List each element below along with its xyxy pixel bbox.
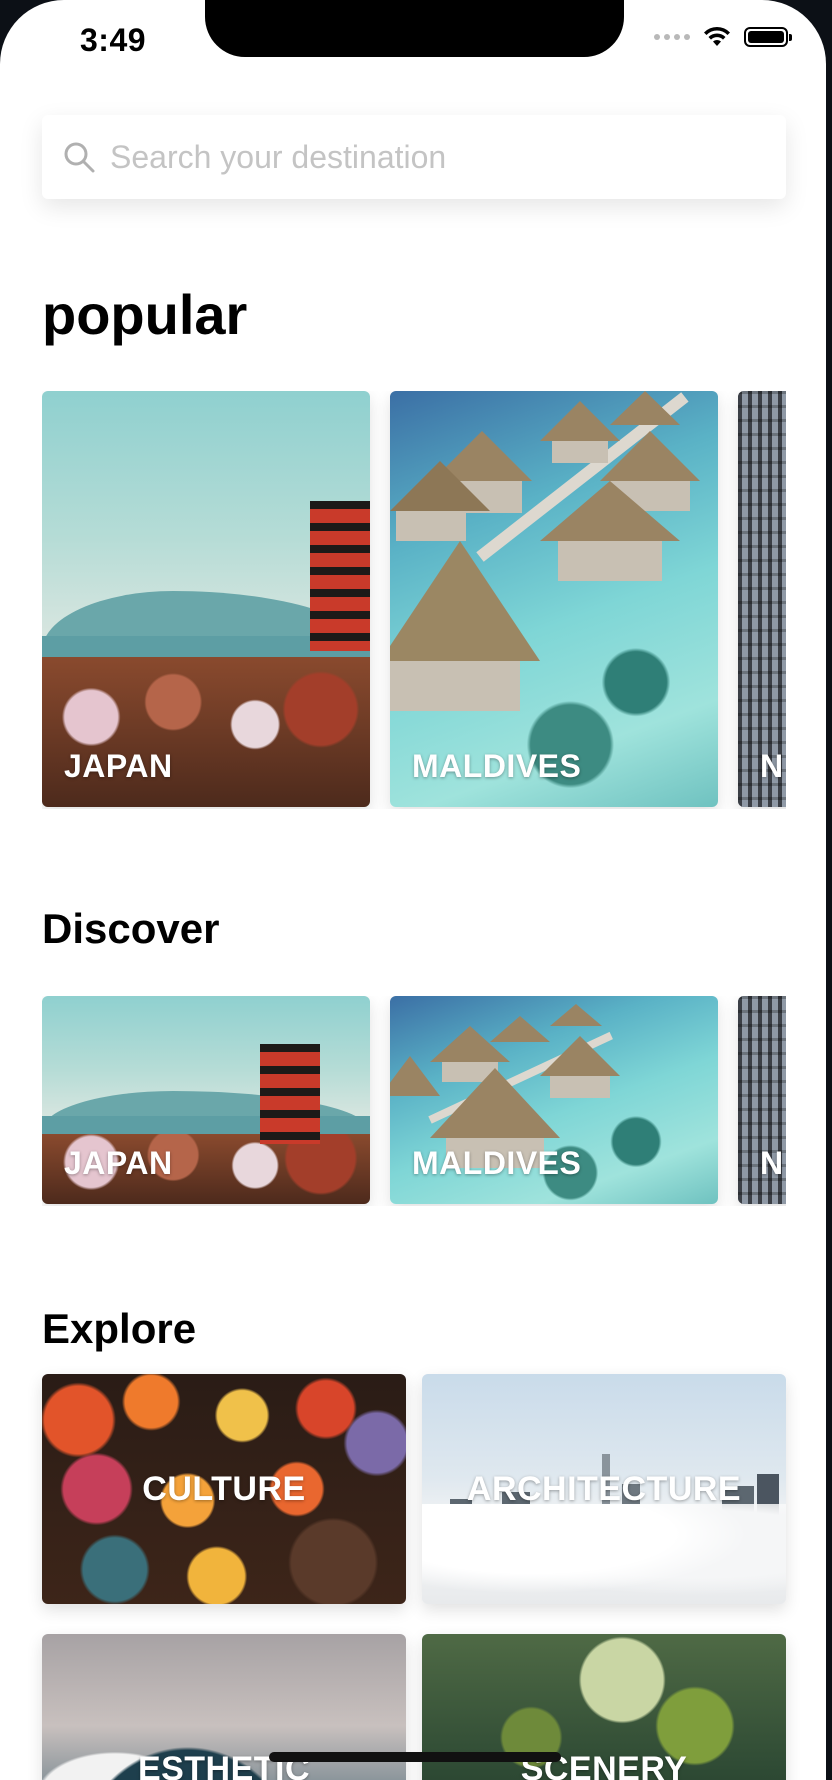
card-label: N bbox=[760, 1145, 784, 1181]
explore-label: CULTURE bbox=[142, 1470, 306, 1508]
status-time: 3:49 bbox=[80, 22, 147, 58]
home-indicator[interactable] bbox=[269, 1752, 561, 1762]
card-label: MALDIVES bbox=[412, 1145, 582, 1181]
japan-image bbox=[42, 391, 370, 807]
maldives-image bbox=[390, 391, 718, 807]
explore-card-culture[interactable]: CULTURE bbox=[42, 1374, 406, 1604]
section-title-discover: Discover bbox=[42, 905, 220, 952]
discover-card-japan[interactable]: JAPAN bbox=[42, 996, 370, 1204]
city-image bbox=[738, 391, 786, 807]
discover-card-maldives[interactable]: MALDIVES bbox=[390, 996, 718, 1204]
search-bar[interactable] bbox=[42, 115, 786, 199]
section-title-explore: Explore bbox=[42, 1305, 197, 1352]
discover-card-nyc[interactable]: N bbox=[738, 996, 786, 1204]
search-icon bbox=[64, 142, 95, 173]
popular-card-maldives[interactable]: MALDIVES bbox=[390, 391, 718, 807]
explore-label: ARCHITECTURE bbox=[466, 1470, 742, 1508]
device-notch bbox=[205, 0, 624, 57]
status-icons bbox=[654, 26, 792, 48]
card-label: JAPAN bbox=[64, 748, 173, 784]
card-label: N bbox=[760, 748, 784, 784]
battery-icon bbox=[744, 27, 792, 47]
popular-card-japan[interactable]: JAPAN bbox=[42, 391, 370, 807]
card-label: MALDIVES bbox=[412, 748, 582, 784]
popular-carousel[interactable]: JAPAN MALDIVES N bbox=[42, 391, 786, 809]
signal-icon bbox=[654, 34, 690, 40]
card-label: JAPAN bbox=[64, 1145, 173, 1181]
explore-card-architecture[interactable]: ARCHITECTURE bbox=[422, 1374, 786, 1604]
app-screen: 3:49 popular JAPAN bbox=[0, 0, 826, 1780]
search-input[interactable] bbox=[108, 137, 752, 177]
discover-carousel[interactable]: JAPAN MALDIVES N bbox=[42, 996, 786, 1206]
section-title-popular: popular bbox=[42, 283, 248, 346]
wifi-icon bbox=[704, 26, 730, 46]
popular-card-nyc[interactable]: N bbox=[738, 391, 786, 807]
